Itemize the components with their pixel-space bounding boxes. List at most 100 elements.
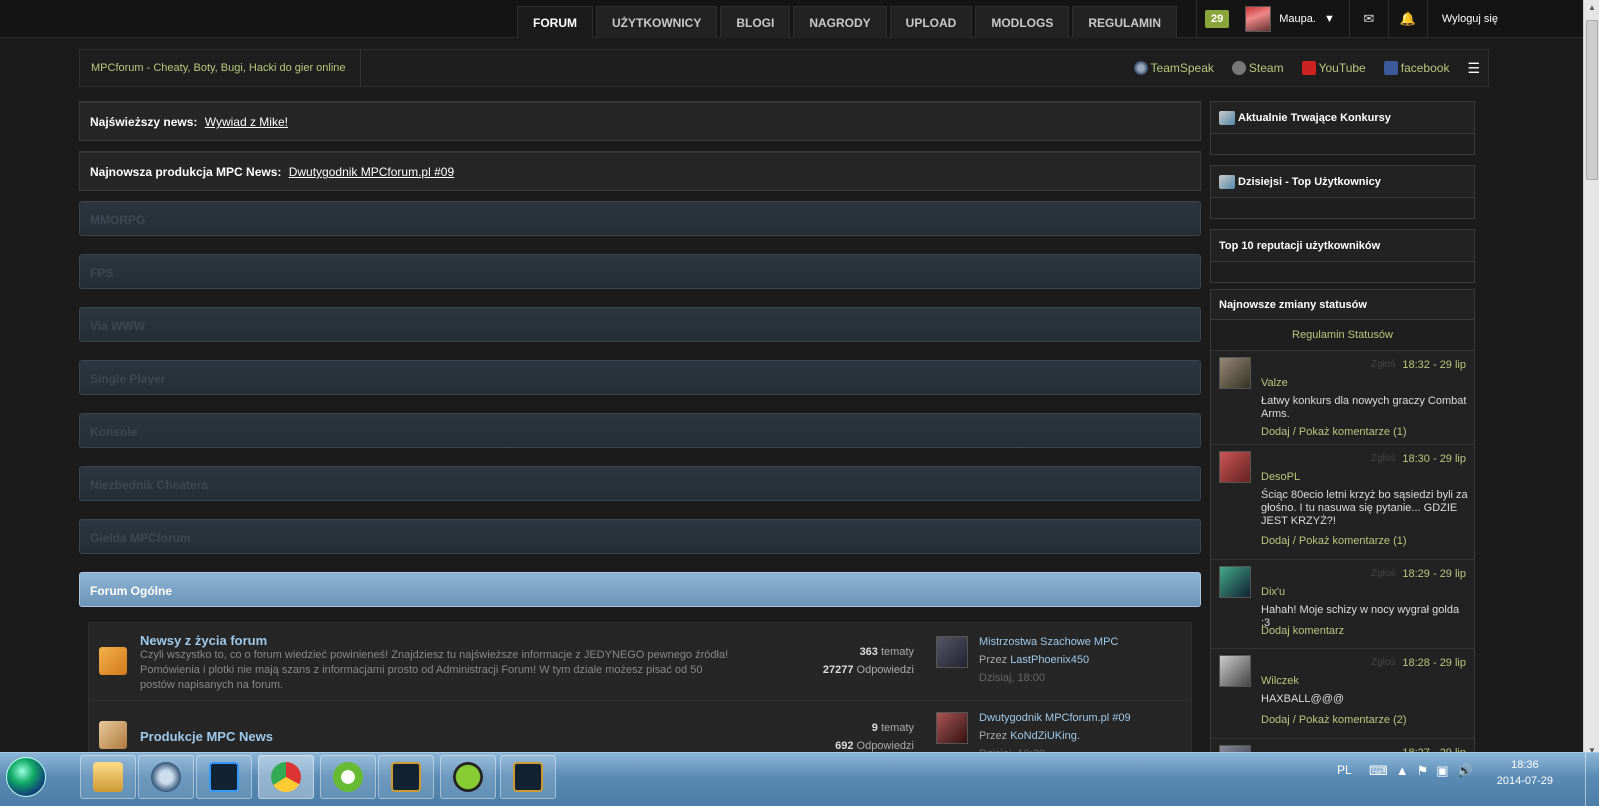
tab-modlogs[interactable]: MODLOGS	[975, 6, 1070, 38]
status-rules-link[interactable]: Regulamin Statusów	[1211, 320, 1474, 350]
steam-link[interactable]: Steam	[1231, 61, 1284, 75]
forum-title[interactable]: Produkcje MPC News	[140, 729, 273, 744]
report-link[interactable]: Zgłoś	[1371, 453, 1395, 464]
youtube-icon	[1301, 61, 1316, 75]
taskbar-spotify[interactable]	[440, 755, 496, 799]
teamspeak-link[interactable]: TeamSpeak	[1133, 61, 1214, 75]
facebook-label: facebook	[1400, 61, 1450, 75]
logout-link[interactable]: Wyloguj się	[1428, 13, 1512, 25]
tab-rules[interactable]: REGULAMIN	[1072, 6, 1178, 38]
taskbar-explorer[interactable]	[80, 755, 136, 799]
latest-news-link[interactable]: Wywiad z Mike!	[205, 115, 288, 129]
scroll-up-icon[interactable]: ▲	[1584, 0, 1599, 16]
award-icon	[1219, 110, 1235, 125]
user-menu[interactable]: Maupa. ▼	[1279, 13, 1335, 25]
last-post-info: Mistrzostwa Szachowe MPC Przez LastPhoen…	[979, 633, 1118, 687]
forum-list: Newsy z życia forum Czyli wszystko to, c…	[88, 622, 1192, 762]
status-comments-link[interactable]: Dodaj / Pokaż komentarze (2)	[1261, 714, 1407, 726]
bell-icon[interactable]: 🔔	[1389, 11, 1427, 27]
status-time: 18:29 - 29 lip	[1402, 568, 1466, 580]
category-mmorpg[interactable]: MMORPG	[79, 201, 1201, 236]
clock[interactable]: 18:36 2014-07-29	[1497, 757, 1553, 789]
top-navigation: FORUM UŻYTKOWNICY BLOGI NAGRODY UPLOAD M…	[0, 0, 1583, 38]
last-post-avatar[interactable]	[936, 712, 968, 744]
league-icon	[513, 762, 543, 792]
taskbar-utorrent[interactable]	[320, 755, 376, 799]
box-title: Aktualnie Trwające Konkursy	[1238, 111, 1391, 124]
notification-count-badge[interactable]: 29	[1205, 10, 1230, 28]
status-comments-link[interactable]: Dodaj komentarz	[1261, 625, 1344, 637]
category-consoles[interactable]: Konsole	[79, 413, 1201, 448]
status-time: 18:30 - 29 lip	[1402, 453, 1466, 465]
category-fps[interactable]: FPS	[79, 254, 1201, 289]
last-post-title[interactable]: Dwutygodnik MPCforum.pl #09	[979, 709, 1131, 727]
tab-upload[interactable]: UPLOAD	[889, 6, 973, 38]
youtube-label: YouTube	[1318, 61, 1366, 75]
status-comments-link[interactable]: Dodaj / Pokaż komentarze (1)	[1261, 535, 1407, 547]
arrow-up-icon[interactable]: ▲	[1396, 763, 1409, 779]
last-post-avatar[interactable]	[936, 636, 968, 668]
league-icon	[391, 762, 421, 792]
youtube-link[interactable]: YouTube	[1301, 61, 1366, 75]
category-marketplace[interactable]: Giełda MPCforum	[79, 519, 1201, 554]
forum-title[interactable]: Newsy z życia forum	[140, 633, 267, 648]
top-users-today-box: Dzisiejsi - Top Użytkownicy	[1210, 165, 1475, 219]
report-link[interactable]: Zgłoś	[1371, 657, 1395, 668]
flag-icon[interactable]: ⚑	[1417, 763, 1429, 779]
taskbar-league-2[interactable]	[500, 755, 556, 799]
replies-label: Odpowiedzi	[856, 740, 914, 752]
box-header: Dzisiejsi - Top Użytkownicy	[1211, 166, 1474, 198]
taskbar-teamspeak[interactable]	[138, 755, 194, 799]
latest-production-link[interactable]: Dwutygodnik MPCforum.pl #09	[289, 165, 454, 179]
status-comments-link[interactable]: Dodaj / Pokaż komentarze (1)	[1261, 426, 1407, 438]
status-user[interactable]: DesoPL	[1261, 471, 1300, 483]
network-icon[interactable]: ▣	[1436, 763, 1448, 779]
start-button[interactable]	[6, 757, 46, 797]
report-link[interactable]: Zgłoś	[1371, 359, 1395, 370]
avatar[interactable]	[1219, 451, 1251, 483]
steam-label: Steam	[1248, 61, 1284, 75]
avatar[interactable]	[1219, 655, 1251, 687]
category-single-player[interactable]: Single Player	[79, 360, 1201, 395]
avatar[interactable]	[1219, 357, 1251, 389]
scrollbar-thumb[interactable]	[1586, 20, 1598, 180]
mail-icon[interactable]: ✉	[1350, 11, 1388, 27]
user-avatar[interactable]	[1245, 6, 1272, 32]
last-post-user[interactable]: LastPhoenix450	[1010, 654, 1089, 666]
language-indicator[interactable]: PL	[1337, 763, 1352, 777]
topics-label: tematy	[880, 646, 914, 658]
forum-folder-icon	[99, 647, 127, 675]
volume-icon[interactable]: 🔊	[1457, 763, 1473, 779]
tab-blogs[interactable]: BLOGI	[720, 6, 791, 38]
last-post-title[interactable]: Mistrzostwa Szachowe MPC	[979, 633, 1118, 651]
last-post-user[interactable]: KoNdZiUKing.	[1010, 730, 1080, 742]
replies-count: 692	[835, 740, 854, 752]
report-link[interactable]: Zgłoś	[1371, 568, 1395, 579]
avatar[interactable]	[1219, 566, 1251, 598]
category-general-forum[interactable]: Forum Ogólne	[79, 572, 1201, 607]
utorrent-icon	[333, 762, 363, 792]
forum-mascot-icon	[99, 721, 127, 749]
topics-count: 363	[859, 646, 878, 658]
username: Maupa.	[1279, 13, 1316, 25]
page-scrollbar[interactable]: ▲ ▼	[1583, 0, 1599, 759]
status-user[interactable]: Wilczek	[1261, 675, 1299, 687]
facebook-link[interactable]: facebook	[1383, 61, 1450, 75]
list-view-icon[interactable]: ☰	[1467, 60, 1480, 77]
tab-users[interactable]: UŻYTKOWNICY	[596, 6, 718, 38]
tab-awards[interactable]: NAGRODY	[793, 6, 887, 38]
teamspeak-icon	[1133, 61, 1148, 75]
status-user[interactable]: Dix'u	[1261, 586, 1285, 598]
taskbar-league[interactable]	[378, 755, 434, 799]
forum-description: Czyli wszystko to, co o forum wiedzieć p…	[140, 649, 729, 691]
last-post-by: Przez	[979, 730, 1008, 742]
category-via-www[interactable]: Via WWW	[79, 307, 1201, 342]
tab-forum[interactable]: FORUM	[517, 6, 593, 38]
taskbar-photoshop[interactable]	[196, 755, 252, 799]
show-desktop-button[interactable]	[1585, 753, 1599, 806]
taskbar-chrome[interactable]	[258, 755, 314, 799]
breadcrumb[interactable]: MPCforum - Cheaty, Boty, Bugi, Hacki do …	[80, 50, 361, 86]
category-cheater-essentials[interactable]: Niezbędnik Cheatera	[79, 466, 1201, 501]
keyboard-icon[interactable]: ⌨	[1369, 763, 1388, 779]
status-user[interactable]: Valze	[1261, 377, 1288, 389]
